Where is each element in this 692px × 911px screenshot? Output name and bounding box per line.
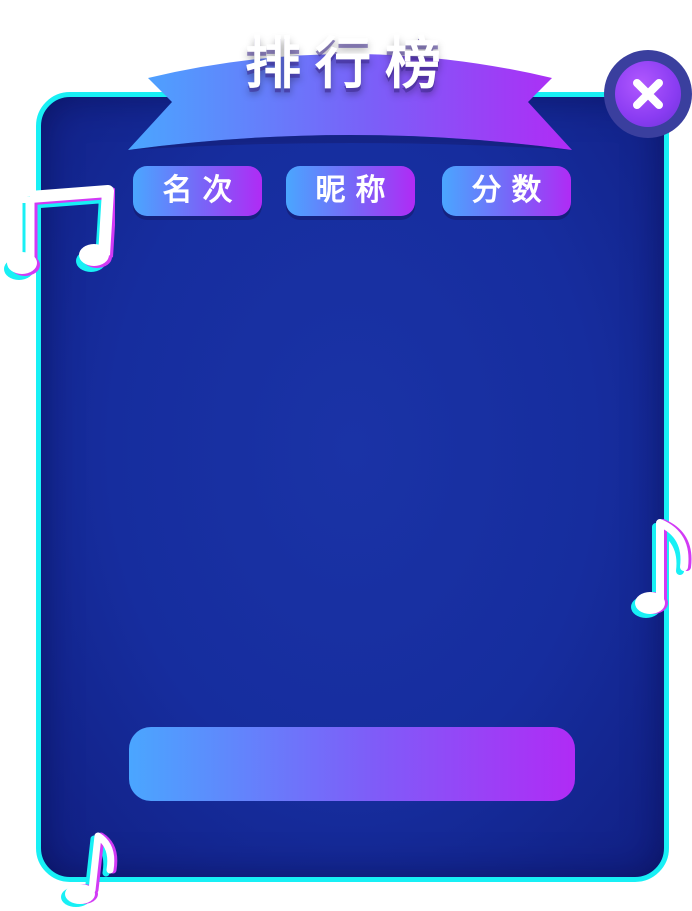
- page-title: 排行榜: [245, 32, 455, 97]
- music-note-icon: [61, 832, 118, 907]
- my-rank-bar: [129, 727, 575, 801]
- close-button[interactable]: [604, 50, 692, 138]
- music-note-icon: [4, 185, 115, 280]
- column-header-nickname: 昵称: [286, 166, 415, 216]
- close-icon: [633, 79, 663, 109]
- close-button-face[interactable]: [615, 61, 681, 127]
- column-header-score: 分数: [442, 166, 571, 216]
- column-header-rank: 名次: [133, 166, 262, 216]
- music-note-icon: [631, 519, 692, 618]
